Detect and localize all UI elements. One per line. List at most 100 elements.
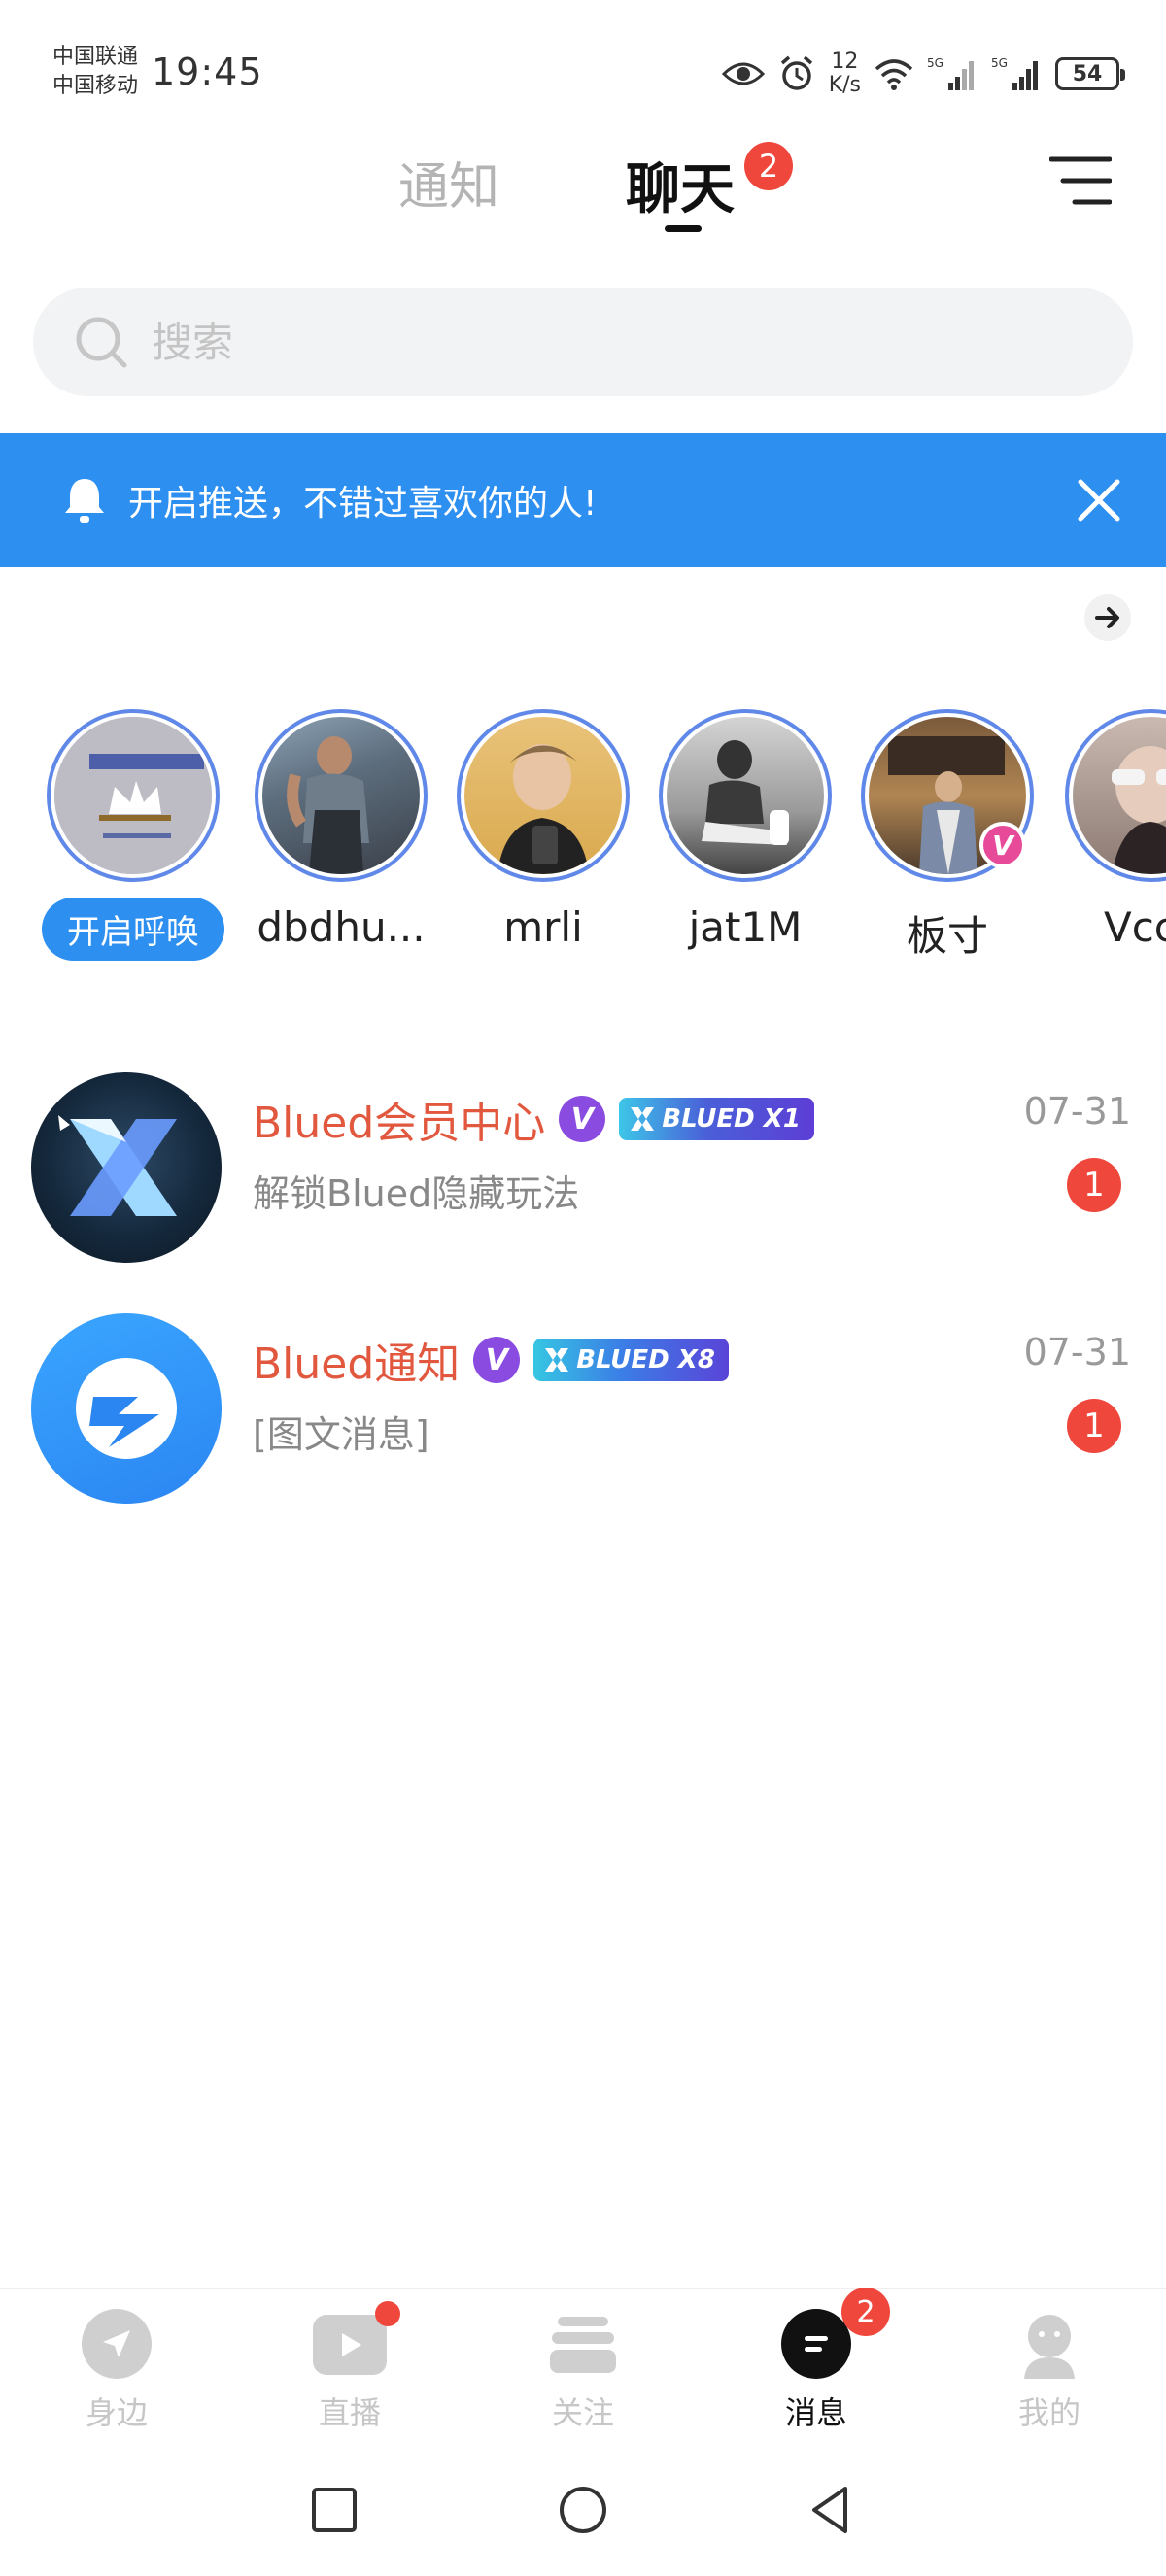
top-tabs: 通知 聊天 2 bbox=[0, 136, 1166, 253]
eye-icon bbox=[721, 62, 765, 85]
vip-badge-icon: V bbox=[979, 822, 1026, 868]
chat-name: Blued会员中心 bbox=[253, 1099, 546, 1148]
chat-avatar bbox=[31, 1313, 222, 1504]
member-tag: BLUED X8 bbox=[533, 1339, 729, 1381]
chat-avatar bbox=[31, 1072, 222, 1263]
messages-badge: 2 bbox=[841, 2288, 890, 2336]
recent-apps-icon[interactable] bbox=[305, 2481, 363, 2539]
nav-profile[interactable]: 我的 bbox=[972, 2309, 1127, 2433]
story-ring bbox=[457, 709, 630, 882]
story-item[interactable]: dbdhu... bbox=[249, 701, 433, 951]
carrier-2: 中国移动 bbox=[52, 74, 139, 98]
chat-preview: [图文消息] bbox=[253, 1413, 429, 1456]
search-bar[interactable] bbox=[33, 288, 1133, 396]
nav-label: 消息 bbox=[784, 2394, 847, 2431]
blued-logo-icon bbox=[76, 1358, 177, 1459]
story-ring bbox=[659, 709, 832, 882]
menu-icon[interactable] bbox=[1049, 155, 1112, 206]
stories-more-button[interactable] bbox=[1084, 594, 1131, 641]
chat-preview: 解锁Blued隐藏玩法 bbox=[253, 1172, 580, 1215]
nav-follow[interactable]: 关注 bbox=[505, 2309, 661, 2433]
member-tag: BLUED X1 bbox=[619, 1098, 814, 1140]
nav-messages[interactable]: 2 消息 bbox=[738, 2288, 894, 2433]
status-bar: 中国联通 中国移动 19:45 12 K/s 5G 5G 54 bbox=[0, 0, 1166, 136]
stories-row: 开启呼唤 dbdhu... mrli jat1M V 板寸 Vcc bbox=[0, 701, 1166, 993]
signal-5g-icon-1: 5G bbox=[927, 56, 974, 90]
nav-label: 直播 bbox=[318, 2394, 381, 2431]
speed-value: 12 bbox=[831, 50, 859, 74]
x-icon bbox=[631, 1107, 655, 1131]
story-name: 板寸 bbox=[906, 912, 988, 960]
live-notification-dot bbox=[375, 2301, 400, 2326]
nav-live[interactable]: 直播 bbox=[272, 2301, 428, 2433]
speed-unit: K/s bbox=[828, 73, 861, 97]
chat-row[interactable]: Blued通知 V BLUED X8 [图文消息] 07-31 1 bbox=[0, 1304, 1166, 1517]
messages-icon: 2 bbox=[781, 2288, 890, 2379]
profile-icon bbox=[1014, 2309, 1084, 2379]
story-ring bbox=[47, 709, 220, 882]
member-tag-label: BLUED X8 bbox=[576, 1345, 715, 1374]
close-icon[interactable] bbox=[1077, 478, 1121, 523]
story-item[interactable]: Vccc bbox=[1059, 701, 1166, 951]
tab-chat[interactable]: 聊天 bbox=[626, 146, 735, 224]
chat-time: 07-31 bbox=[1023, 1331, 1131, 1373]
unread-badge: 1 bbox=[1067, 1158, 1121, 1212]
chat-title: Blued通知 V BLUED X8 bbox=[253, 1329, 729, 1391]
network-speed: 12 K/s bbox=[829, 51, 861, 97]
active-tab-indicator bbox=[665, 225, 702, 232]
bottom-nav: 身边 直播 关注 2 消息 我的 bbox=[0, 2288, 1166, 2434]
bell-icon bbox=[65, 479, 104, 523]
arrow-right-icon bbox=[1095, 607, 1119, 628]
chat-name: Blued通知 bbox=[253, 1339, 461, 1389]
follow-stack-icon bbox=[548, 2309, 618, 2379]
member-tag-label: BLUED X1 bbox=[662, 1104, 801, 1134]
carrier-info: 中国联通 中国移动 bbox=[52, 43, 138, 101]
story-avatar bbox=[262, 717, 420, 874]
svg-text:5G: 5G bbox=[927, 56, 943, 70]
unread-badge: 1 bbox=[1067, 1399, 1121, 1453]
wifi-icon bbox=[874, 59, 913, 90]
story-item[interactable]: V 板寸 bbox=[855, 701, 1040, 963]
nav-label: 我的 bbox=[1017, 2394, 1080, 2431]
x-icon bbox=[545, 1348, 569, 1372]
nav-label: 身边 bbox=[85, 2394, 148, 2431]
story-item[interactable]: jat1M bbox=[653, 701, 838, 951]
home-icon[interactable] bbox=[554, 2481, 612, 2539]
tab-notice[interactable]: 通知 bbox=[398, 146, 499, 219]
story-name: mrli bbox=[503, 903, 583, 951]
chat-row[interactable]: Blued会员中心 V BLUED X1 解锁Blued隐藏玩法 07-31 1 bbox=[0, 1063, 1166, 1276]
story-avatar bbox=[667, 717, 824, 874]
story-ring bbox=[255, 709, 428, 882]
nav-label: 关注 bbox=[551, 2394, 614, 2431]
story-item[interactable]: mrli bbox=[451, 701, 635, 951]
banner-text: 开启推送，不错过喜欢你的人! bbox=[128, 484, 598, 524]
crown-logo-icon bbox=[54, 717, 212, 874]
chat-time: 07-31 bbox=[1023, 1090, 1131, 1133]
signal-5g-icon-2: 5G bbox=[991, 56, 1038, 90]
alarm-icon bbox=[780, 55, 812, 90]
story-avatar bbox=[464, 717, 622, 874]
story-name: dbdhu... bbox=[257, 903, 426, 951]
blued-x-logo-icon bbox=[58, 1115, 177, 1216]
verified-badge-icon: V bbox=[473, 1337, 521, 1383]
svg-text:5G: 5G bbox=[991, 56, 1008, 70]
story-self[interactable]: 开启呼唤 bbox=[41, 701, 225, 961]
self-avatar bbox=[54, 717, 212, 874]
status-icons: 12 K/s 5G 5G 54 bbox=[721, 47, 1125, 101]
story-avatar bbox=[1073, 717, 1166, 874]
story-name: Vccc bbox=[1103, 903, 1166, 951]
clock: 19:45 bbox=[152, 51, 263, 93]
nearby-icon bbox=[82, 2309, 152, 2379]
push-notification-banner[interactable]: 开启推送，不错过喜欢你的人! bbox=[0, 433, 1166, 567]
nav-nearby[interactable]: 身边 bbox=[39, 2309, 194, 2433]
system-nav-bar bbox=[0, 2440, 1166, 2576]
live-video-icon bbox=[313, 2301, 400, 2375]
enable-call-button[interactable]: 开启呼唤 bbox=[42, 898, 224, 961]
chat-unread-badge: 2 bbox=[744, 142, 793, 190]
carrier-1: 中国联通 bbox=[52, 45, 139, 69]
search-icon bbox=[76, 317, 127, 368]
back-icon[interactable] bbox=[803, 2481, 861, 2539]
search-input[interactable] bbox=[152, 318, 1026, 366]
chat-title: Blued会员中心 V BLUED X1 bbox=[253, 1088, 814, 1150]
verified-badge-icon: V bbox=[559, 1096, 606, 1142]
